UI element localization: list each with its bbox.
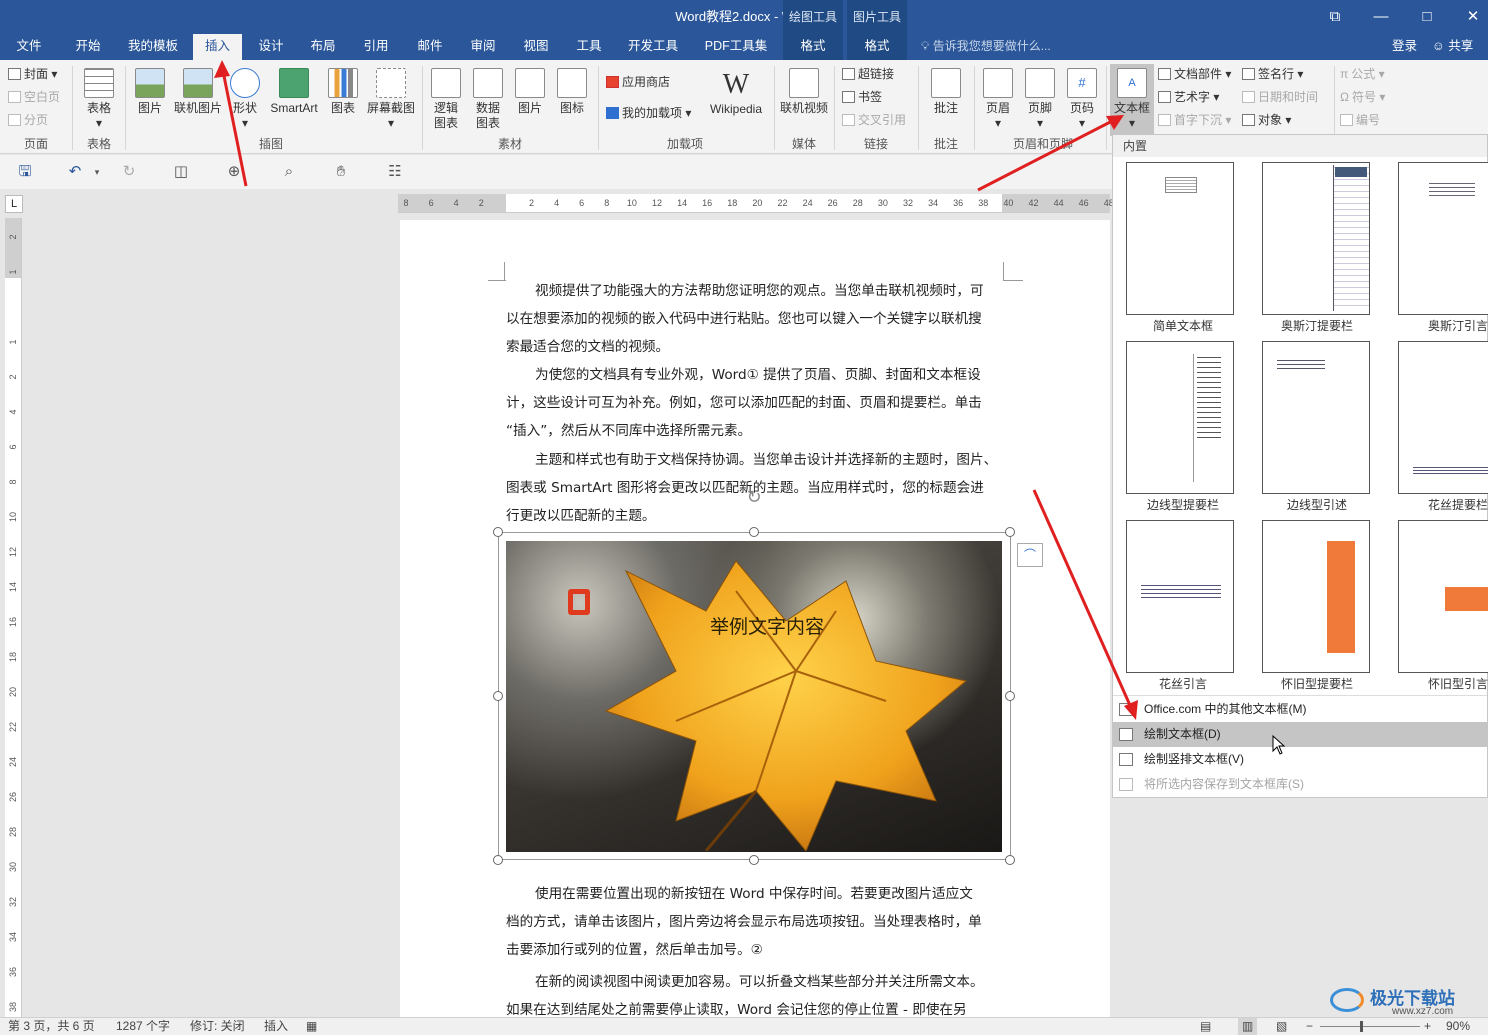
arrow-to-insert-tab bbox=[220, 65, 248, 187]
print-layout-icon[interactable]: ▥ bbox=[1238, 1018, 1258, 1035]
status-bar: 第 3 页，共 6 页 1287 个字 修订: 关闭 插入 ▦ ▤ ▥ ▧ − … bbox=[0, 1017, 1488, 1035]
page-count[interactable]: 第 3 页，共 6 页 bbox=[8, 1018, 95, 1035]
insert-mode[interactable]: 插入 bbox=[264, 1018, 288, 1035]
arrow-to-textbox-button bbox=[977, 116, 1119, 192]
zoom-slider-thumb[interactable] bbox=[1360, 1021, 1363, 1032]
read-mode-icon[interactable]: ▤ bbox=[1200, 1018, 1211, 1035]
watermark: 极光下载站 www.xz7.com bbox=[1330, 984, 1480, 1018]
zoom-level[interactable]: 90% bbox=[1446, 1018, 1470, 1035]
track-changes-status[interactable]: 修订: 关闭 bbox=[190, 1018, 245, 1035]
word-count[interactable]: 1287 个字 bbox=[116, 1018, 170, 1035]
macro-icon[interactable]: ▦ bbox=[306, 1018, 317, 1035]
annotation-arrows bbox=[214, 60, 1138, 720]
watermark-logo-icon bbox=[1330, 988, 1364, 1012]
zoom-in-icon[interactable]: + bbox=[1424, 1018, 1431, 1035]
zoom-out-icon[interactable]: − bbox=[1306, 1018, 1313, 1035]
watermark-url: www.xz7.com bbox=[1392, 1006, 1454, 1017]
web-layout-icon[interactable]: ▧ bbox=[1276, 1018, 1287, 1035]
arrow-to-draw-textbox bbox=[1032, 489, 1135, 713]
zoom-slider[interactable] bbox=[1320, 1026, 1420, 1027]
